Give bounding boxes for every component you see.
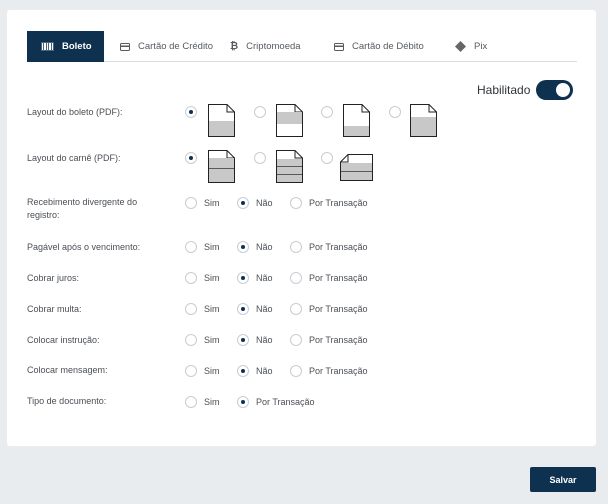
tab-label: Cartão de Crédito — [138, 41, 213, 52]
row-label-tipo-documento: Tipo de documento: — [27, 396, 107, 406]
carne-layout-3-document-icon[interactable] — [340, 154, 373, 181]
boleto-layout-2-radio[interactable] — [254, 106, 266, 118]
tipo-documento-sim-radio[interactable] — [185, 396, 197, 408]
row-label-cobrar-multa: Cobrar multa: — [27, 304, 82, 314]
credit-card-icon — [120, 42, 130, 51]
recebimento-divergente-nao-radio[interactable] — [237, 197, 249, 209]
save-button[interactable]: Salvar — [530, 467, 596, 492]
row-label-cobrar-juros: Cobrar juros: — [27, 273, 80, 283]
tab-label: Boleto — [62, 41, 92, 52]
option-label-nao: Não — [256, 198, 273, 208]
option-label-sim: Sim — [204, 242, 220, 252]
option-label-sim: Sim — [204, 366, 220, 376]
option-label-sim: Sim — [204, 397, 220, 407]
toggle-knob — [556, 83, 571, 97]
option-label-nao: Não — [256, 335, 273, 345]
boleto-layout-1-document-icon[interactable] — [208, 104, 235, 137]
colocar-instrucao-nao-radio[interactable] — [237, 334, 249, 346]
row-label-recebimento-divergente: Recebimento divergente do registro: — [27, 197, 138, 220]
option-label-por-transacao: Por Transação — [309, 242, 368, 252]
cobrar-multa-por-transacao-radio[interactable] — [290, 303, 302, 315]
option-label-nao: Não — [256, 366, 273, 376]
settings-card: Boleto Cartão de Crédito ₿ Criptomoeda C… — [7, 10, 596, 446]
status-toggle-group: Habilitado — [477, 80, 574, 100]
colocar-instrucao-sim-radio[interactable] — [185, 334, 197, 346]
layout-carne-label: Layout do carnê (PDF): — [27, 153, 121, 163]
pagavel-apos-vencimento-nao-radio[interactable] — [237, 241, 249, 253]
recebimento-divergente-por-transacao-radio[interactable] — [290, 197, 302, 209]
option-label-sim: Sim — [204, 335, 220, 345]
option-label-sim: Sim — [204, 198, 220, 208]
bitcoin-icon: ₿ — [230, 41, 239, 52]
carne-layout-1-document-icon[interactable] — [208, 150, 235, 183]
boleto-layout-3-radio[interactable] — [321, 106, 333, 118]
cobrar-juros-nao-radio[interactable] — [237, 272, 249, 284]
option-label-sim: Sim — [204, 273, 220, 283]
option-label-por-transacao: Por Transação — [309, 335, 368, 345]
row-label-colocar-instrucao: Colocar instrução: — [27, 335, 100, 345]
option-label-por-transacao: Por Transação — [309, 198, 368, 208]
status-label: Habilitado — [477, 83, 531, 97]
option-label-por-transacao: Por Transação — [309, 366, 368, 376]
row-label-pagavel-apos-vencimento: Pagável após o vencimento: — [27, 242, 141, 252]
row-label-colocar-mensagem: Colocar mensagem: — [27, 365, 108, 375]
boleto-layout-4-radio[interactable] — [389, 106, 401, 118]
cobrar-juros-sim-radio[interactable] — [185, 272, 197, 284]
colocar-mensagem-nao-radio[interactable] — [237, 365, 249, 377]
pix-icon — [455, 41, 466, 52]
tab-cartao-credito[interactable]: Cartão de Crédito — [104, 31, 230, 62]
boleto-layout-2-document-icon[interactable] — [276, 104, 303, 137]
option-label-por-transacao: Por Transação — [256, 397, 315, 407]
option-label-nao: Não — [256, 304, 273, 314]
tab-label: Cartão de Débito — [352, 41, 424, 52]
barcode-icon — [41, 42, 54, 51]
tab-cartao-debito[interactable]: Cartão de Débito — [334, 31, 455, 62]
tab-pix[interactable]: Pix — [455, 31, 515, 62]
option-label-nao: Não — [256, 273, 273, 283]
carne-layout-3-radio[interactable] — [321, 152, 333, 164]
colocar-mensagem-sim-radio[interactable] — [185, 365, 197, 377]
layout-boleto-label: Layout do boleto (PDF): — [27, 107, 123, 117]
carne-layout-2-document-icon[interactable] — [276, 150, 303, 183]
tab-label: Criptomoeda — [246, 41, 301, 52]
boleto-layout-4-document-icon[interactable] — [410, 104, 437, 137]
tab-criptomoeda[interactable]: ₿ Criptomoeda — [230, 31, 334, 62]
debit-card-icon — [334, 42, 344, 51]
tab-boleto[interactable]: Boleto — [27, 31, 104, 62]
option-label-sim: Sim — [204, 304, 220, 314]
option-label-por-transacao: Por Transação — [309, 304, 368, 314]
pagavel-apos-vencimento-sim-radio[interactable] — [185, 241, 197, 253]
option-label-por-transacao: Por Transação — [309, 273, 368, 283]
boleto-layout-1-radio[interactable] — [185, 106, 197, 118]
boleto-layout-3-document-icon[interactable] — [343, 104, 370, 137]
colocar-mensagem-por-transacao-radio[interactable] — [290, 365, 302, 377]
cobrar-juros-por-transacao-radio[interactable] — [290, 272, 302, 284]
option-label-nao: Não — [256, 242, 273, 252]
cobrar-multa-nao-radio[interactable] — [237, 303, 249, 315]
carne-layout-1-radio[interactable] — [185, 152, 197, 164]
pagavel-apos-vencimento-por-transacao-radio[interactable] — [290, 241, 302, 253]
carne-layout-2-radio[interactable] — [254, 152, 266, 164]
colocar-instrucao-por-transacao-radio[interactable] — [290, 334, 302, 346]
recebimento-divergente-sim-radio[interactable] — [185, 197, 197, 209]
tab-label: Pix — [474, 41, 488, 52]
cobrar-multa-sim-radio[interactable] — [185, 303, 197, 315]
tipo-documento-por-transacao-radio[interactable] — [237, 396, 249, 408]
enabled-toggle[interactable] — [536, 80, 574, 100]
payment-method-tabs: Boleto Cartão de Crédito ₿ Criptomoeda C… — [27, 31, 577, 62]
